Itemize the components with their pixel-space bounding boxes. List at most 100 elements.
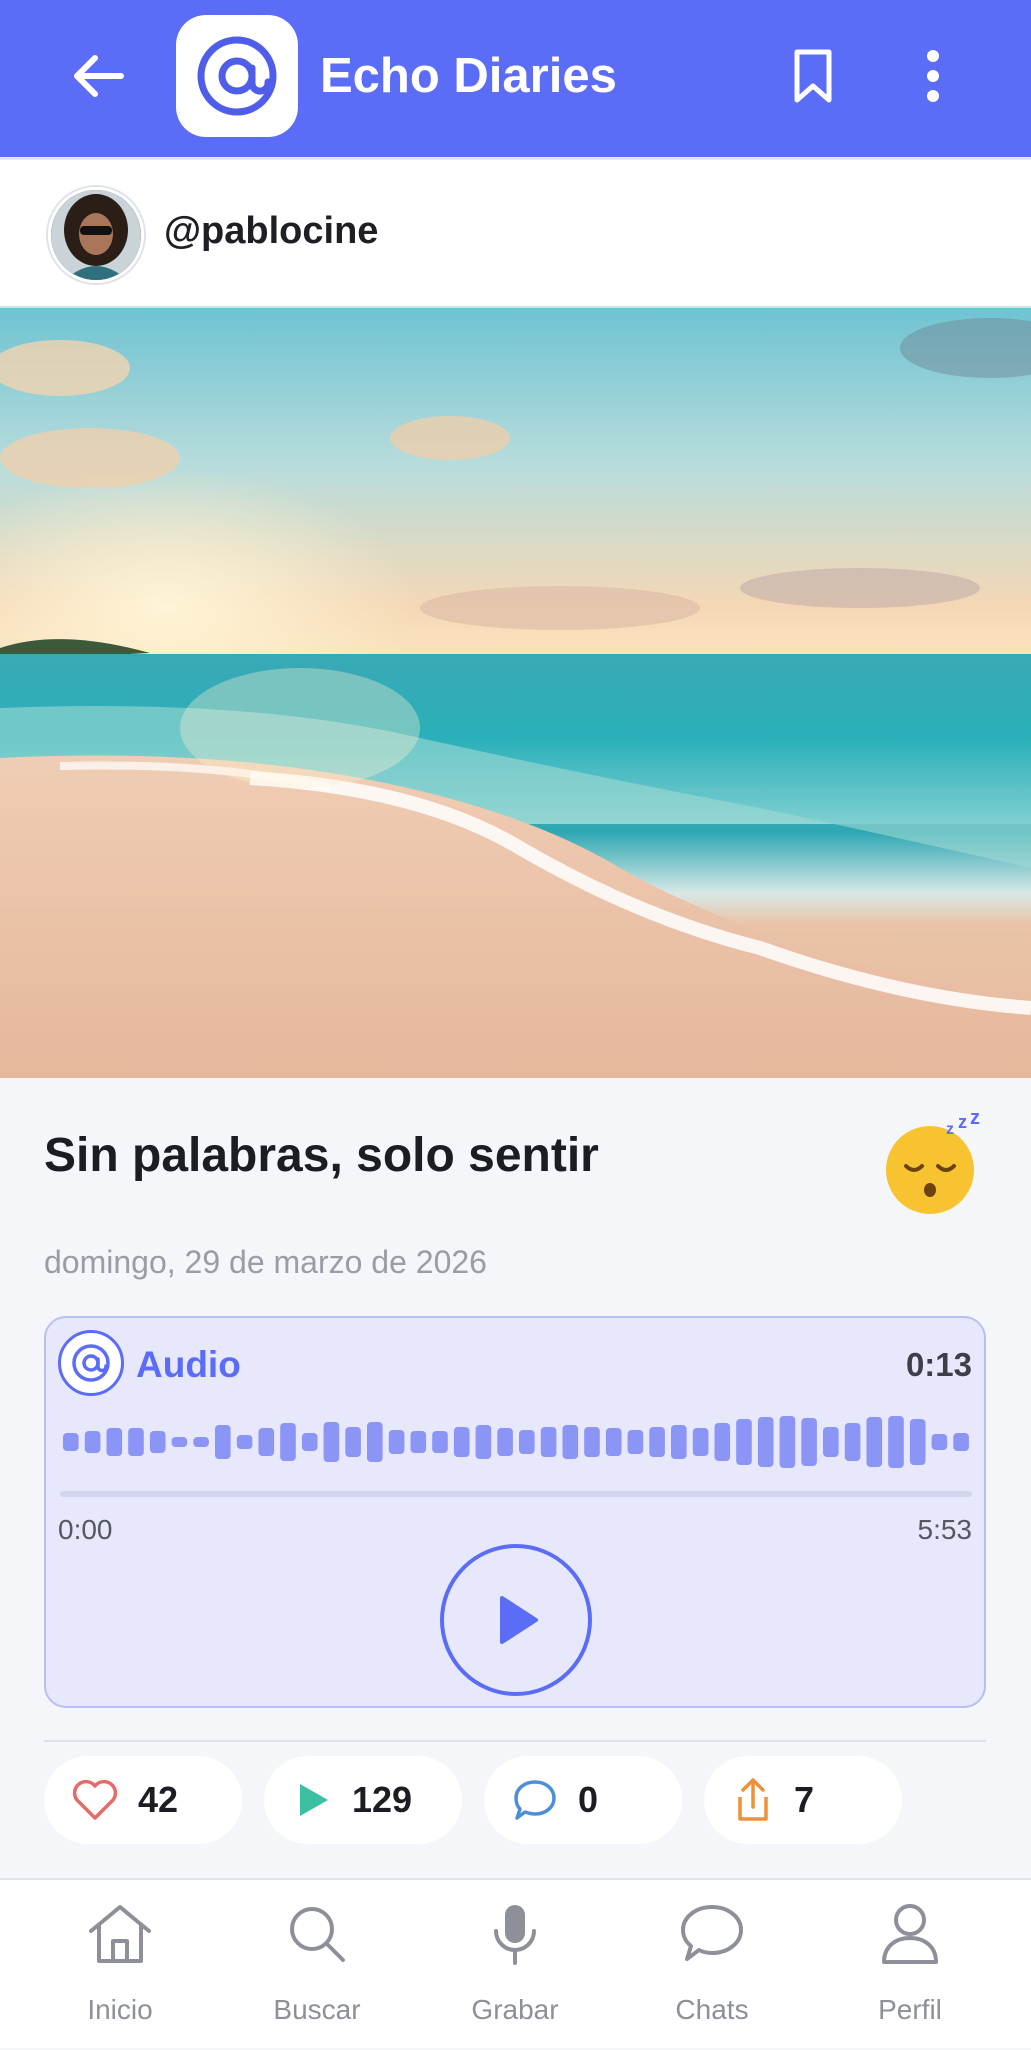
svg-text:z: z (958, 1112, 967, 1132)
nav-item-grabar[interactable]: Grabar (415, 1880, 615, 2050)
app-title: Echo Diaries (320, 49, 617, 103)
waveform-bar (149, 1431, 166, 1453)
share-button[interactable]: 7 (704, 1756, 902, 1844)
beach-sunset-image (0, 308, 1031, 1078)
heart-icon (72, 1779, 118, 1820)
waveform-bar (193, 1437, 209, 1447)
waveform-bar (388, 1430, 405, 1454)
waveform-bar (779, 1416, 796, 1468)
waveform-bar (801, 1418, 817, 1466)
audio-duration: 0:13 (905, 1346, 972, 1383)
author-row[interactable]: @pablocine (0, 160, 1031, 308)
home-icon (80, 1894, 160, 1974)
search-icon (277, 1894, 357, 1974)
waveform-bar (432, 1431, 448, 1453)
waveform-bar (215, 1425, 231, 1459)
plays-stat[interactable]: 129 (264, 1756, 462, 1844)
comment-button[interactable]: 0 (484, 1756, 682, 1844)
like-button[interactable]: 42 (44, 1756, 242, 1844)
post-date: domingo, 29 de marzo de 2026 (44, 1244, 487, 1280)
waveform-bar (171, 1437, 188, 1447)
waveform-bar (540, 1427, 557, 1457)
waveform-bar (519, 1430, 535, 1454)
nav-label-grabar: Grabar (471, 1994, 559, 2025)
audio-seek-bar[interactable] (60, 1491, 972, 1497)
audio-label: Audio (136, 1344, 241, 1385)
waveform-bar (84, 1431, 101, 1453)
waveform-bar (584, 1427, 600, 1457)
waveform-bar (649, 1427, 665, 1457)
waveform-bar (128, 1428, 144, 1456)
waveform-bar (410, 1431, 427, 1453)
nav-item-buscar[interactable]: Buscar (217, 1880, 417, 2050)
sleeping-face-icon: z z z (880, 1107, 984, 1216)
like-count: 42 (138, 1779, 179, 1820)
waveform-bar (323, 1422, 340, 1462)
audio-badge-icon (58, 1330, 124, 1396)
play-button[interactable] (440, 1544, 592, 1696)
waveform-bar (475, 1425, 492, 1459)
play-icon (500, 1596, 538, 1644)
comment-count: 0 (578, 1779, 599, 1820)
post-title: Sin palabras, solo sentir (44, 1129, 599, 1182)
waveform-bar (953, 1433, 969, 1451)
nav-item-chats[interactable]: Chats (612, 1880, 812, 2050)
svg-text:z: z (946, 1121, 954, 1138)
waveform-bar (692, 1428, 709, 1456)
waveform-bar (280, 1423, 296, 1461)
nav-label-buscar: Buscar (273, 1994, 361, 2025)
waveform-bar (736, 1419, 752, 1465)
nav-item-perfil[interactable]: Perfil (810, 1880, 1010, 2050)
app-bar: Echo Diaries (0, 0, 1031, 160)
waveform-bar (931, 1434, 948, 1450)
waveform-bar (345, 1427, 361, 1457)
nav-item-inicio[interactable]: Inicio (20, 1880, 220, 2050)
microphone-icon (475, 1894, 555, 1974)
echo-at-logo-icon (197, 36, 277, 116)
waveform-bar (627, 1430, 644, 1454)
waveform-bar (236, 1435, 253, 1449)
waveform-bar (844, 1423, 861, 1461)
waveform-bar (605, 1428, 622, 1456)
waveform-bar (671, 1425, 687, 1459)
author-username[interactable]: @pablocine (164, 210, 378, 253)
share-count: 7 (794, 1779, 815, 1820)
waveform-bar (823, 1427, 839, 1457)
waveform-bar (562, 1425, 579, 1459)
play-count-icon (300, 1784, 328, 1816)
audio-player: Audio 0:13 0:00 5:53 (44, 1316, 986, 1708)
audio-waveform[interactable] (60, 1412, 972, 1472)
share-icon (738, 1778, 768, 1821)
nav-label-inicio: Inicio (87, 1994, 153, 2025)
waveform-bar (453, 1427, 470, 1457)
nav-label-perfil: Perfil (878, 1994, 942, 2025)
waveform-bar (63, 1433, 79, 1451)
avatar-image (51, 190, 141, 280)
waveform-bar (888, 1416, 904, 1468)
waveform-bar (301, 1433, 318, 1451)
audio-total-time: 5:53 (917, 1514, 973, 1545)
bookmark-button[interactable] (783, 46, 843, 106)
bottom-navigation: Inicio Buscar Grabar Chats Perfil (0, 1878, 1031, 2048)
waveform-bar (909, 1419, 926, 1465)
waveform-bar (866, 1417, 883, 1467)
chat-icon (672, 1894, 752, 1974)
app-logo (176, 15, 298, 137)
avatar[interactable] (48, 187, 144, 283)
back-button[interactable] (68, 46, 128, 106)
nav-label-chats: Chats (675, 1994, 749, 2025)
waveform-bar (714, 1423, 731, 1461)
more-options-button[interactable] (903, 46, 963, 106)
divider (44, 1740, 986, 1742)
waveform-bar (757, 1417, 774, 1467)
arrow-left-icon (74, 55, 124, 97)
audio-current-time: 0:00 (58, 1514, 113, 1545)
post-cover-image (0, 308, 1031, 1078)
waveform-bar (258, 1428, 275, 1456)
waveform-bar (106, 1428, 123, 1456)
comment-icon (514, 1780, 556, 1820)
waveform-bar (367, 1422, 383, 1462)
svg-text:z: z (970, 1112, 980, 1129)
waveform-bar (497, 1428, 513, 1456)
more-vertical-icon (927, 50, 939, 102)
